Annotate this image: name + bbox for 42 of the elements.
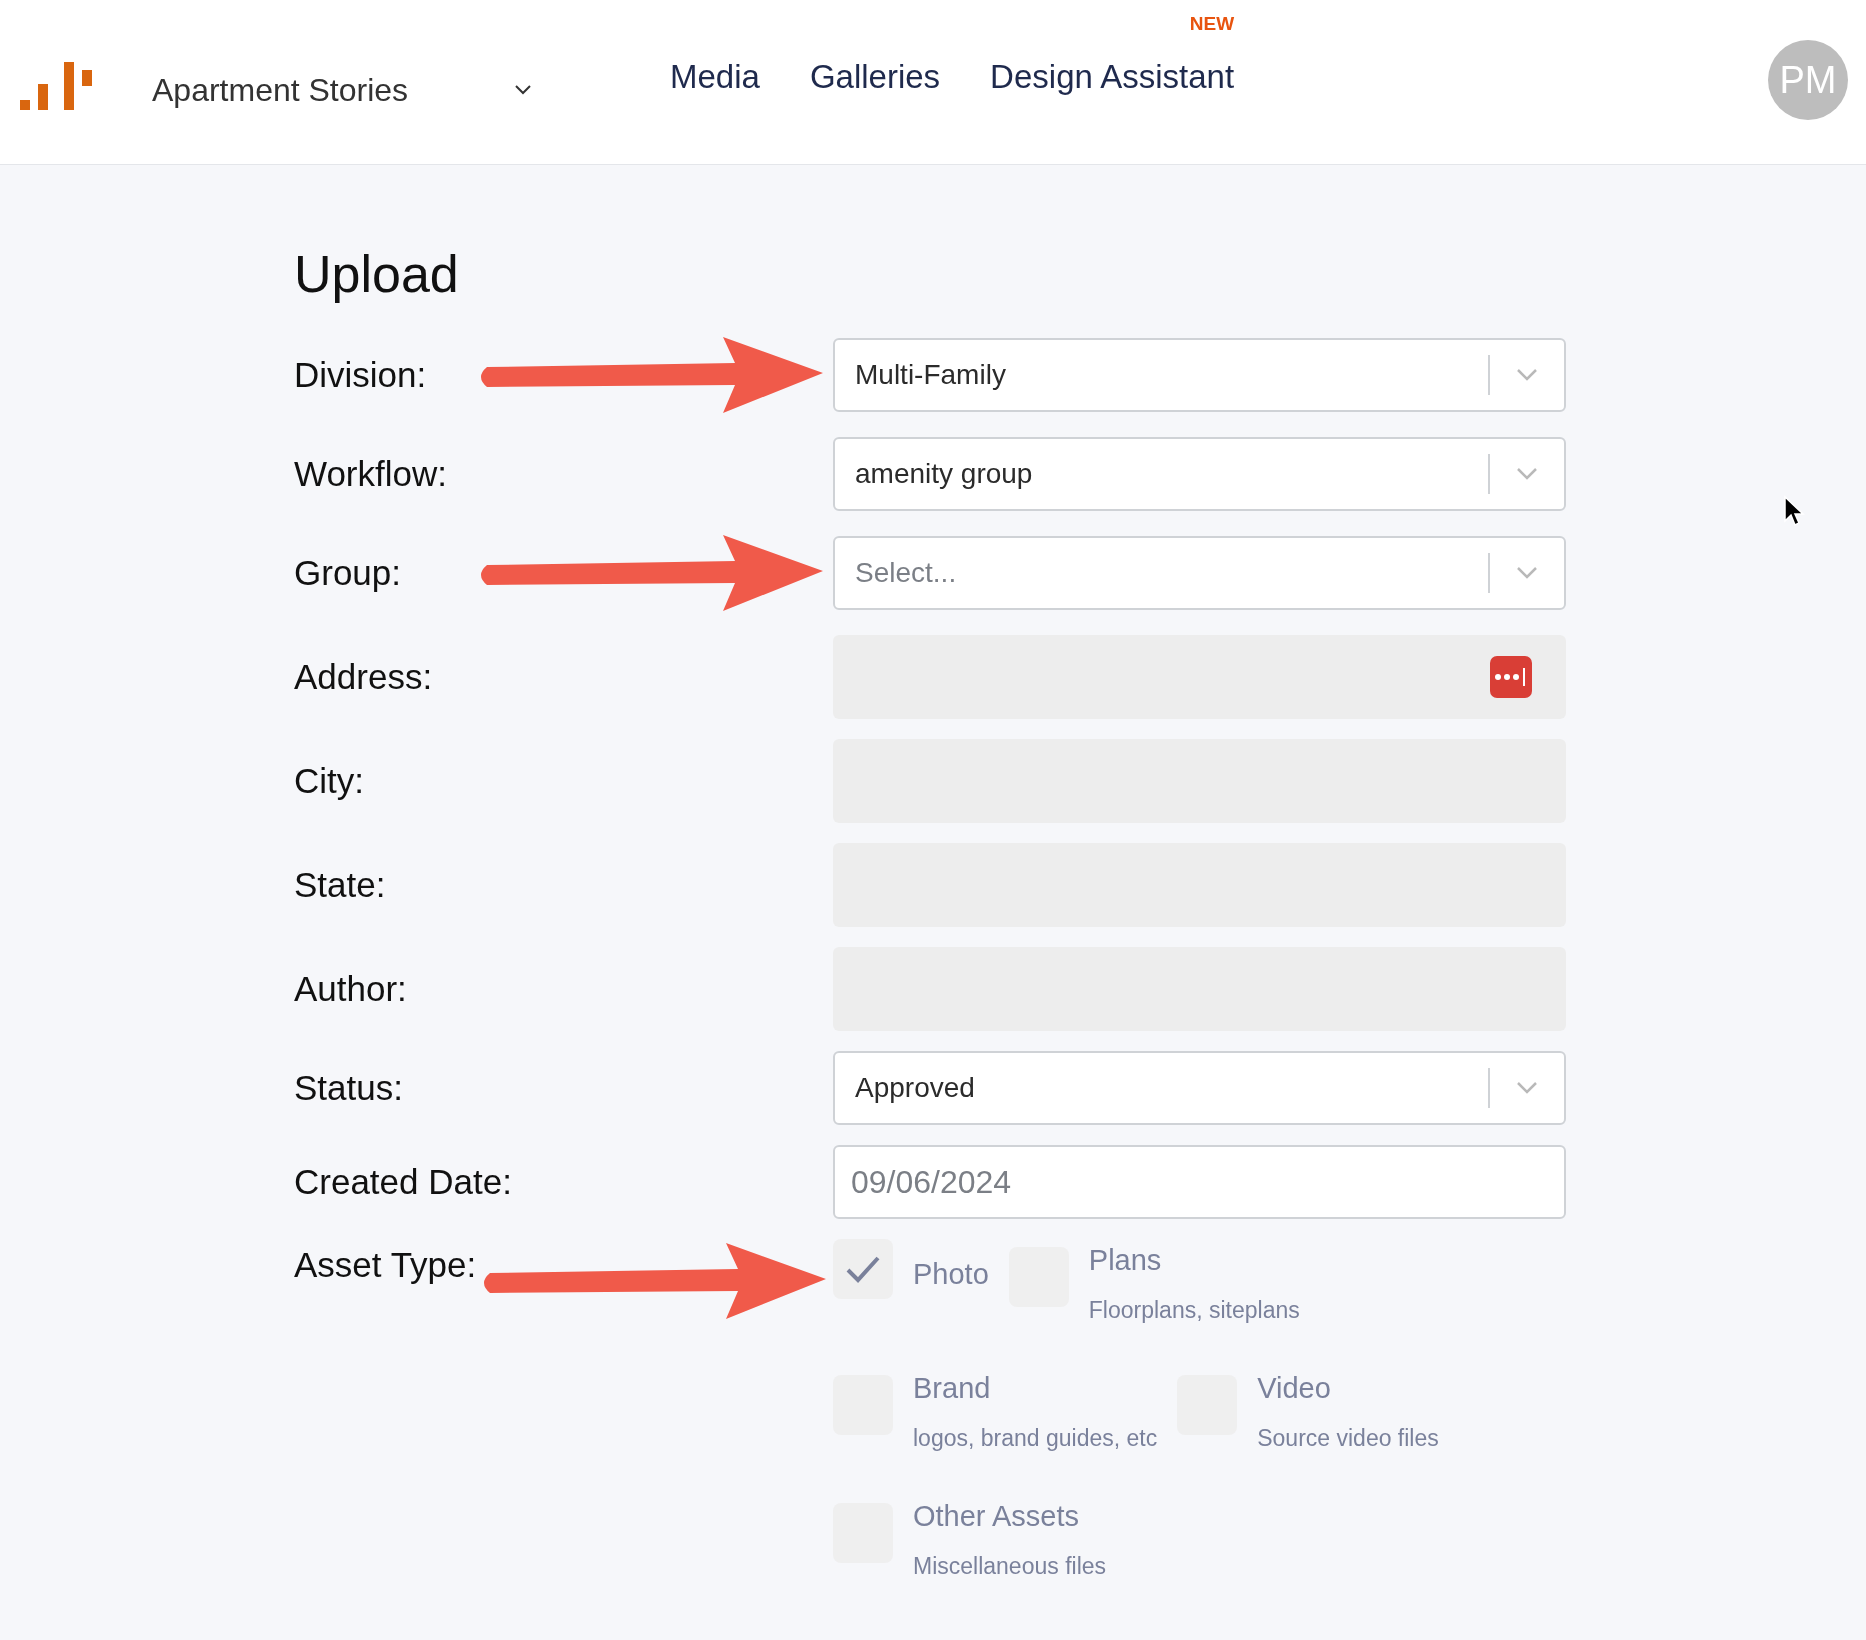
checkbox-label: Brand bbox=[913, 1371, 992, 1406]
date-input-field[interactable]: 09/06/2024 bbox=[833, 1145, 1566, 1219]
chevron-down-icon bbox=[1516, 467, 1538, 481]
checkmark-icon bbox=[845, 1255, 881, 1283]
checkbox-description: logos, brand guides, etc bbox=[913, 1423, 1158, 1453]
select-value: Multi-Family bbox=[855, 358, 1007, 392]
checkbox-label: Video bbox=[1257, 1371, 1332, 1406]
field-label: Author: bbox=[294, 968, 407, 1010]
select-placeholder: Select... bbox=[855, 556, 958, 590]
checkbox-label: Photo bbox=[913, 1257, 989, 1292]
page-title: Upload bbox=[294, 244, 460, 305]
field-label: State: bbox=[294, 864, 386, 906]
field-label: Group: bbox=[294, 552, 401, 594]
field-label: Workflow: bbox=[294, 453, 447, 495]
chevron-down-icon bbox=[1516, 1081, 1538, 1095]
new-label: NEW bbox=[1189, 12, 1235, 37]
select-field[interactable]: Multi-Family bbox=[833, 338, 1566, 412]
password-manager-icon[interactable] bbox=[1490, 656, 1532, 698]
field-label: Division: bbox=[294, 354, 427, 396]
select-field[interactable]: amenity group bbox=[833, 437, 1566, 511]
chevron-down-icon bbox=[1516, 566, 1538, 580]
checkbox-label: Other Assets bbox=[913, 1499, 1080, 1534]
select-field[interactable]: Approved bbox=[833, 1051, 1566, 1125]
checkbox-description: Source video files bbox=[1257, 1423, 1439, 1453]
checkbox-label: Plans bbox=[1088, 1243, 1163, 1278]
checkbox-description: Miscellaneous files bbox=[913, 1551, 1107, 1581]
field-label: City: bbox=[294, 760, 364, 802]
nav-link[interactable]: Media bbox=[670, 58, 760, 96]
nav-link[interactable]: Galleries bbox=[809, 58, 941, 96]
nav-link[interactable]: Design Assistant bbox=[990, 58, 1235, 96]
chevron-down-icon bbox=[1516, 368, 1538, 382]
field-label: Created Date: bbox=[294, 1161, 512, 1203]
select-field[interactable]: Select... bbox=[833, 536, 1566, 610]
chevron-down-icon bbox=[514, 84, 532, 96]
checkbox-description: Floorplans, siteplans bbox=[1088, 1295, 1300, 1325]
field-label: Status: bbox=[294, 1067, 403, 1109]
select-value: amenity group bbox=[855, 457, 1034, 491]
checkbox[interactable] bbox=[833, 1239, 893, 1299]
select-value: Approved bbox=[855, 1071, 976, 1105]
project-dropdown[interactable]: Apartment Stories bbox=[152, 66, 532, 114]
field-label: Address: bbox=[294, 656, 433, 698]
field-label: Asset Type: bbox=[294, 1244, 477, 1286]
